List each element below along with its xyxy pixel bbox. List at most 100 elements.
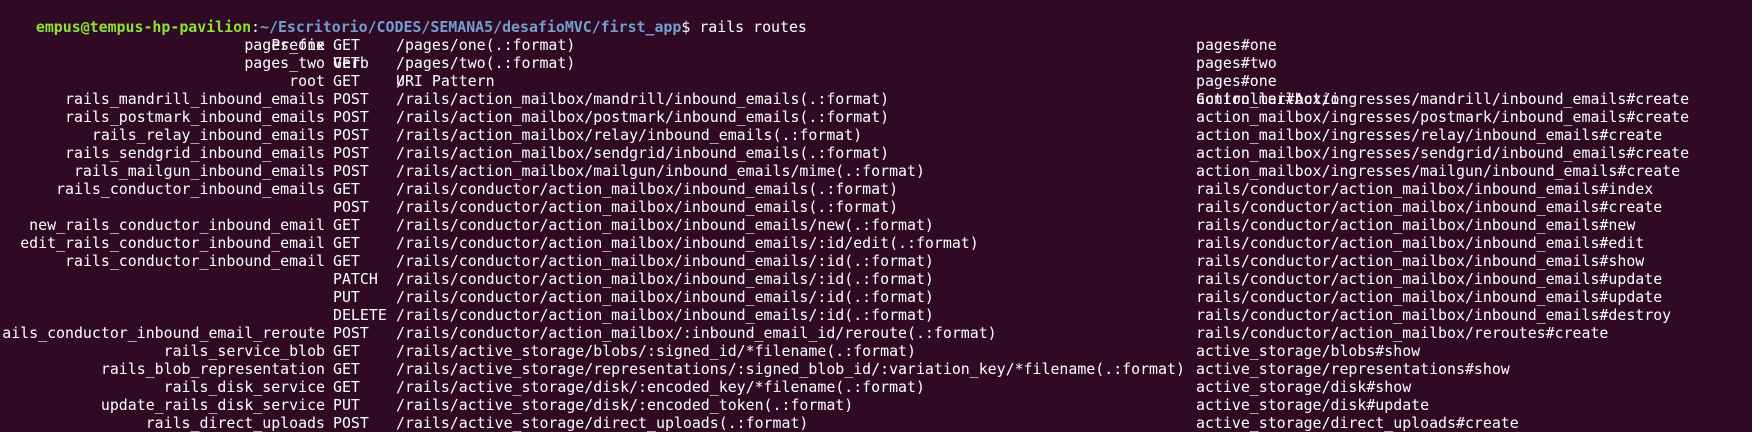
- route-row: edit_rails_conductor_inbound_email GET/ra…: [0, 234, 1752, 252]
- route-action: rails/conductor/action_mailbox/inbound_e…: [1196, 180, 1654, 198]
- route-verb: GET: [333, 54, 360, 72]
- route-action: active_storage/disk#update: [1196, 396, 1430, 414]
- route-uri: /rails/active_storage/disk/:encoded_key/…: [396, 378, 925, 396]
- route-verb: POST: [333, 162, 369, 180]
- route-uri: /rails/action_mailbox/relay/inbound_emai…: [396, 126, 863, 144]
- route-prefix: rails_mailgun_inbound_emails: [73, 162, 325, 180]
- route-action: rails/conductor/action_mailbox/inbound_e…: [1196, 252, 1645, 270]
- route-prefix: pages_one: [244, 36, 325, 54]
- route-prefix: rails_service_blob: [163, 342, 325, 360]
- route-verb: POST: [333, 144, 369, 162]
- route-row: rails_service_blob GET/rails/active_stora…: [0, 342, 1752, 360]
- route-row: rails_blob_representation GET/rails/activ…: [0, 360, 1752, 378]
- route-row: rails_conductor_inbound_emails GET/rails/…: [0, 180, 1752, 198]
- route-verb: GET: [333, 252, 360, 270]
- route-uri: /rails/action_mailbox/sendgrid/inbound_e…: [396, 144, 890, 162]
- route-row: pages_two GET/pages/two(.:format) pages#tw…: [0, 54, 1752, 72]
- route-verb: PUT: [333, 396, 360, 414]
- route-verb: POST: [333, 324, 369, 342]
- route-action: rails/conductor/action_mailbox/inbound_e…: [1196, 288, 1663, 306]
- route-uri: /rails/conductor/action_mailbox/inbound_…: [396, 270, 934, 288]
- route-uri: /pages/two(.:format): [396, 54, 576, 72]
- route-uri: /: [396, 72, 405, 90]
- route-verb: GET: [333, 36, 360, 54]
- route-action: rails/conductor/action_mailbox/inbound_e…: [1196, 234, 1645, 252]
- route-verb: PUT: [333, 288, 360, 306]
- route-row: update_rails_disk_service PUT/rails/activ…: [0, 396, 1752, 414]
- route-verb: POST: [333, 90, 369, 108]
- route-verb: GET: [333, 360, 360, 378]
- route-prefix: pages_two: [244, 54, 325, 72]
- route-verb: POST: [333, 198, 369, 216]
- route-action: pages#one: [1196, 72, 1277, 90]
- route-verb: GET: [333, 378, 360, 396]
- route-action: active_storage/direct_uploads#create: [1196, 414, 1519, 432]
- route-uri: /pages/one(.:format): [396, 36, 576, 54]
- route-action: pages#one: [1196, 36, 1277, 54]
- route-action: rails/conductor/action_mailbox/reroutes#…: [1196, 324, 1609, 342]
- route-row: root GET / pages#one: [0, 72, 1752, 90]
- route-verb: DELETE: [333, 306, 387, 324]
- routes-header-row: Prefix Verb URI Pattern Controller#Actio…: [0, 18, 1752, 108]
- route-row: rails_disk_service GET/rails/active_stora…: [0, 378, 1752, 396]
- route-action: active_storage/disk#show: [1196, 378, 1412, 396]
- route-verb: GET: [333, 216, 360, 234]
- route-row: new_rails_conductor_inbound_email GET/rai…: [0, 216, 1752, 234]
- route-row: ails_conductor_inbound_email_reroute POST…: [0, 324, 1752, 342]
- route-uri: /rails/action_mailbox/postmark/inbound_e…: [396, 108, 890, 126]
- route-row: DELETE/rails/conductor/action_mailbox/in…: [0, 306, 1752, 324]
- route-uri: /rails/active_storage/direct_uploads(.:f…: [396, 414, 809, 432]
- route-uri: /rails/conductor/action_mailbox/:inbound…: [396, 324, 997, 342]
- route-prefix: edit_rails_conductor_inbound_email: [20, 234, 325, 252]
- route-verb: POST: [333, 414, 369, 432]
- route-prefix: rails_direct_uploads: [145, 414, 325, 432]
- route-verb: POST: [333, 108, 369, 126]
- route-uri: /rails/active_storage/representations/:s…: [396, 360, 1185, 378]
- route-verb: GET: [333, 72, 360, 90]
- route-row: rails_mandrill_inbound_emails POST/rails/…: [0, 90, 1752, 108]
- route-uri: /rails/conductor/action_mailbox/inbound_…: [396, 180, 899, 198]
- route-uri: /rails/conductor/action_mailbox/inbound_…: [396, 306, 934, 324]
- route-uri: /rails/active_storage/blobs/:signed_id/*…: [396, 342, 916, 360]
- route-uri: /rails/conductor/action_mailbox/inbound_…: [396, 198, 899, 216]
- route-prefix: new_rails_conductor_inbound_email: [29, 216, 325, 234]
- route-row: rails_conductor_inbound_email GET/rails/c…: [0, 252, 1752, 270]
- route-action: action_mailbox/ingresses/mandrill/inboun…: [1196, 90, 1690, 108]
- route-verb: GET: [333, 180, 360, 198]
- route-prefix: rails_mandrill_inbound_emails: [65, 90, 325, 108]
- route-prefix: update_rails_disk_service: [100, 396, 325, 414]
- route-row: PATCH/rails/conductor/action_mailbox/inb…: [0, 270, 1752, 288]
- route-action: action_mailbox/ingresses/postmark/inboun…: [1196, 108, 1690, 126]
- route-action: active_storage/representations#show: [1196, 360, 1510, 378]
- route-uri: /rails/action_mailbox/mailgun/inbound_em…: [396, 162, 925, 180]
- route-uri: /rails/active_storage/disk/:encoded_toke…: [396, 396, 854, 414]
- route-action: pages#two: [1196, 54, 1277, 72]
- routes-list: pages_one GET/pages/one(.:format) pages#on…: [0, 36, 1752, 432]
- route-prefix: rails_conductor_inbound_emails: [56, 180, 325, 198]
- route-uri: /rails/conductor/action_mailbox/inbound_…: [396, 216, 934, 234]
- route-uri: /rails/conductor/action_mailbox/inbound_…: [396, 288, 934, 306]
- route-prefix: rails_blob_representation: [100, 360, 325, 378]
- route-row: PUT/rails/conductor/action_mailbox/inbou…: [0, 288, 1752, 306]
- route-verb: GET: [333, 342, 360, 360]
- route-row: rails_direct_uploads POST/rails/active_st…: [0, 414, 1752, 432]
- route-prefix: rails_sendgrid_inbound_emails: [65, 144, 325, 162]
- terminal-window[interactable]: empus@tempus-hp-pavilion:~/Escritorio/CO…: [0, 0, 1752, 432]
- route-action: active_storage/blobs#show: [1196, 342, 1421, 360]
- route-action: rails/conductor/action_mailbox/inbound_e…: [1196, 198, 1663, 216]
- route-action: action_mailbox/ingresses/sendgrid/inboun…: [1196, 144, 1690, 162]
- route-action: action_mailbox/ingresses/relay/inbound_e…: [1196, 126, 1663, 144]
- route-prefix: rails_disk_service: [163, 378, 325, 396]
- route-action: rails/conductor/action_mailbox/inbound_e…: [1196, 216, 1636, 234]
- route-verb: GET: [333, 234, 360, 252]
- route-prefix: ails_conductor_inbound_email_reroute: [2, 324, 325, 342]
- route-row: rails_relay_inbound_emails POST/rails/act…: [0, 126, 1752, 144]
- route-uri: /rails/conductor/action_mailbox/inbound_…: [396, 252, 934, 270]
- prompt-line: empus@tempus-hp-pavilion:~/Escritorio/CO…: [0, 0, 1752, 36]
- route-prefix: rails_conductor_inbound_email: [65, 252, 325, 270]
- route-verb: POST: [333, 126, 369, 144]
- route-uri: /rails/conductor/action_mailbox/inbound_…: [396, 234, 979, 252]
- route-prefix: rails_relay_inbound_emails: [91, 126, 325, 144]
- route-row: rails_mailgun_inbound_emails POST/rails/a…: [0, 162, 1752, 180]
- route-row: rails_sendgrid_inbound_emails POST/rails/…: [0, 144, 1752, 162]
